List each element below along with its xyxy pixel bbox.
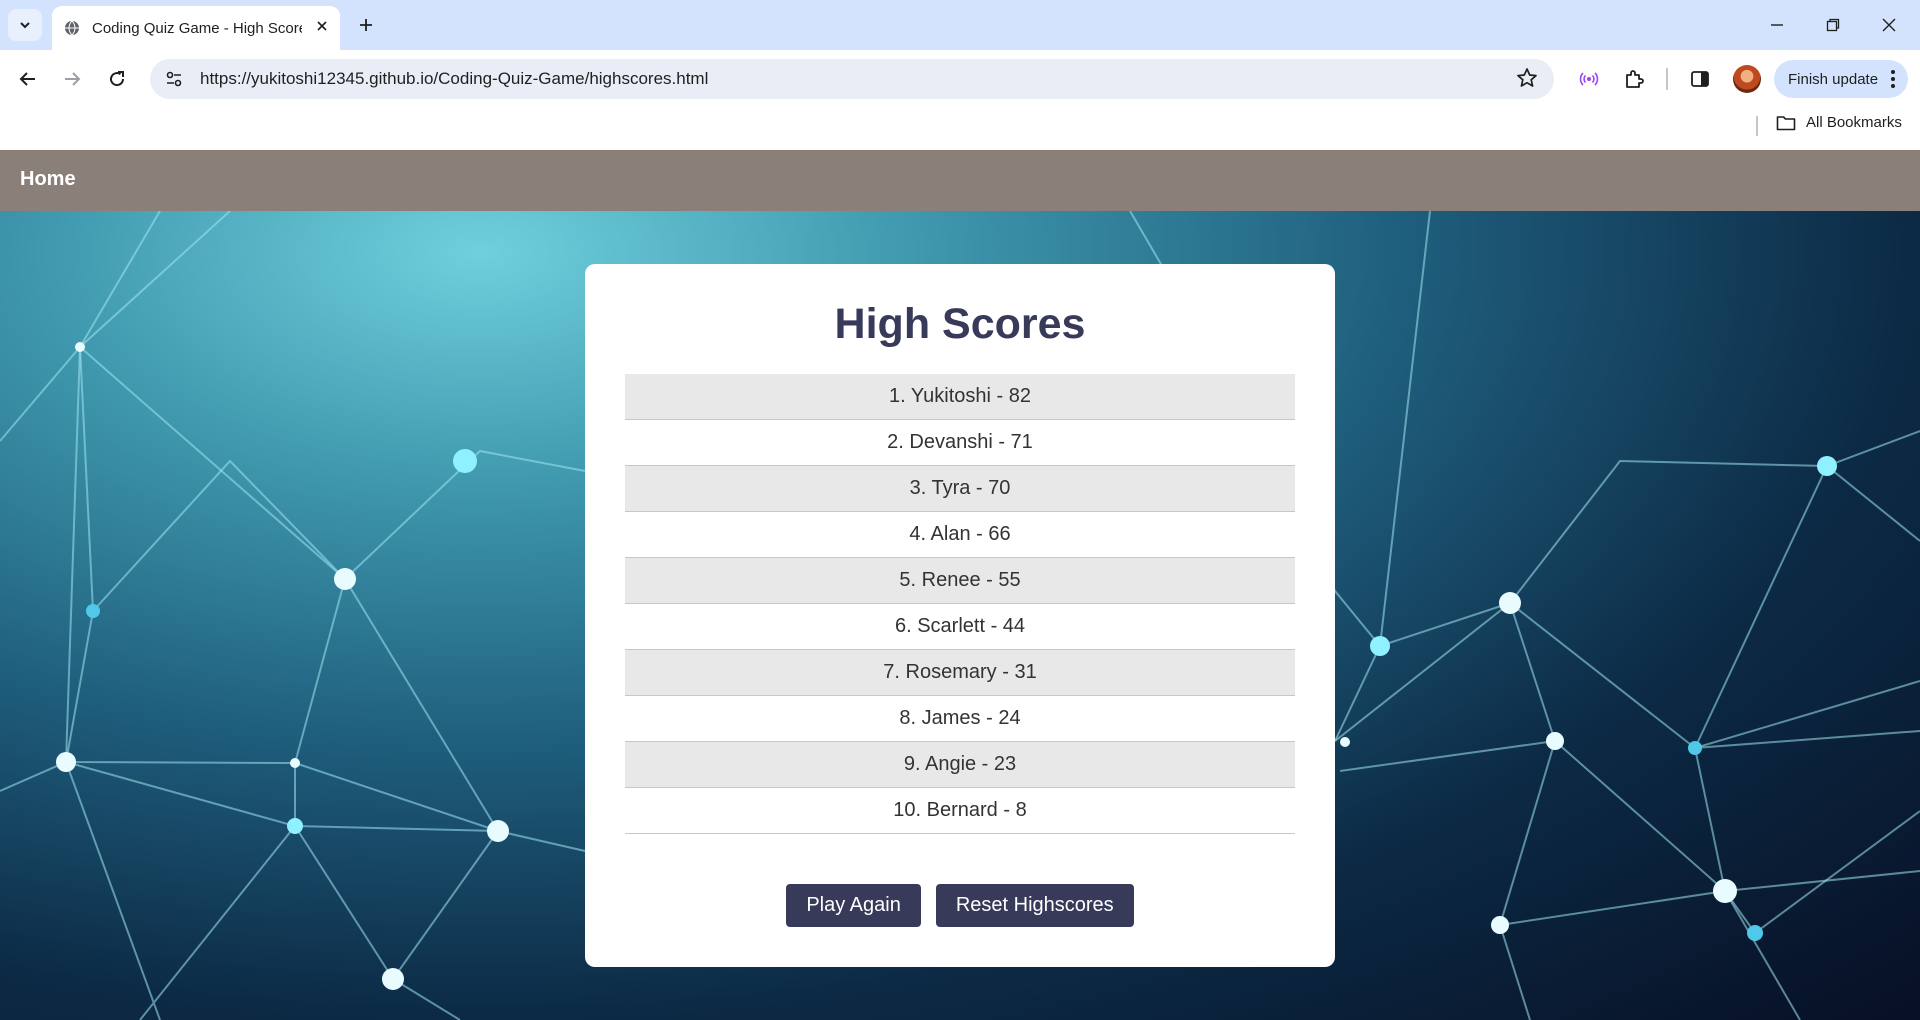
score-entry: 10. Bernard - 8 bbox=[625, 788, 1295, 834]
close-window-button[interactable] bbox=[1872, 8, 1906, 42]
play-again-button[interactable]: Play Again bbox=[786, 884, 921, 927]
tab-title: Coding Quiz Game - High Scores bbox=[92, 19, 302, 37]
address-bar[interactable]: https://yukitoshi12345.github.io/Coding-… bbox=[150, 59, 1554, 99]
bookmarks-divider bbox=[1756, 116, 1758, 136]
bookmark-star-icon[interactable] bbox=[1516, 67, 1538, 94]
site-navbar: Home bbox=[0, 150, 1920, 211]
reset-highscores-button[interactable]: Reset Highscores bbox=[935, 884, 1134, 927]
more-menu-icon[interactable] bbox=[1890, 69, 1896, 93]
forward-button[interactable] bbox=[56, 63, 88, 95]
home-link[interactable]: Home bbox=[20, 168, 76, 191]
score-entry: 1. Yukitoshi - 82 bbox=[625, 374, 1295, 420]
score-entry: 4. Alan - 66 bbox=[625, 512, 1295, 558]
reload-icon bbox=[110, 71, 125, 87]
page-title: High Scores bbox=[834, 300, 1086, 348]
score-entry: 8. James - 24 bbox=[625, 696, 1295, 742]
browser-toolbar: https://yukitoshi12345.github.io/Coding-… bbox=[0, 50, 1920, 108]
score-entry: 3. Tyra - 70 bbox=[625, 466, 1295, 512]
all-bookmarks-label: All Bookmarks bbox=[1806, 114, 1902, 131]
back-button[interactable] bbox=[12, 63, 44, 95]
score-entry: 9. Angie - 23 bbox=[625, 742, 1295, 788]
tab-strip: Coding Quiz Game - High Scores bbox=[0, 0, 1920, 50]
highscores-card: High Scores 1. Yukitoshi - 82 2. Devansh… bbox=[585, 264, 1335, 967]
new-tab-button[interactable] bbox=[352, 11, 380, 39]
url-text: https://yukitoshi12345.github.io/Coding-… bbox=[200, 69, 709, 88]
forward-arrow-icon bbox=[65, 72, 81, 86]
profile-avatar[interactable] bbox=[1733, 65, 1761, 93]
restore-button[interactable] bbox=[1816, 8, 1850, 42]
finish-update-button[interactable]: Finish update bbox=[1774, 60, 1908, 98]
minimize-button[interactable] bbox=[1760, 8, 1794, 42]
chevron-down-icon bbox=[20, 22, 30, 29]
score-entry: 6. Scarlett - 44 bbox=[625, 604, 1295, 650]
bookmarks-bar: All Bookmarks bbox=[0, 108, 1920, 150]
close-icon bbox=[1882, 18, 1896, 32]
plus-icon bbox=[360, 19, 372, 31]
back-arrow-icon bbox=[19, 72, 35, 86]
minimize-icon bbox=[1771, 24, 1783, 26]
extensions-puzzle-icon[interactable] bbox=[1618, 63, 1650, 95]
finish-update-label: Finish update bbox=[1788, 70, 1879, 88]
site-info-icon[interactable] bbox=[154, 59, 194, 99]
tab-search-button[interactable] bbox=[8, 9, 42, 41]
globe-icon bbox=[65, 20, 79, 36]
highscores-list: 1. Yukitoshi - 82 2. Devanshi - 71 3. Ty… bbox=[625, 374, 1295, 834]
score-entry: 5. Renee - 55 bbox=[625, 558, 1295, 604]
score-entry: 7. Rosemary - 31 bbox=[625, 650, 1295, 696]
score-entry: 2. Devanshi - 71 bbox=[625, 420, 1295, 466]
all-bookmarks-button[interactable]: All Bookmarks bbox=[1776, 114, 1902, 131]
media-cast-icon[interactable] bbox=[1573, 63, 1605, 95]
restore-icon bbox=[1826, 18, 1840, 32]
action-buttons: Play Again Reset Highscores bbox=[585, 884, 1335, 927]
browser-tab[interactable]: Coding Quiz Game - High Scores bbox=[52, 6, 340, 50]
toolbar-divider bbox=[1666, 68, 1668, 90]
reload-button[interactable] bbox=[101, 63, 133, 95]
close-tab-icon[interactable] bbox=[316, 19, 328, 37]
web-page: Home High Scores 1. Yukitoshi - 82 2. De… bbox=[0, 150, 1920, 1020]
side-panel-icon[interactable] bbox=[1684, 63, 1716, 95]
folder-icon bbox=[1776, 115, 1796, 130]
